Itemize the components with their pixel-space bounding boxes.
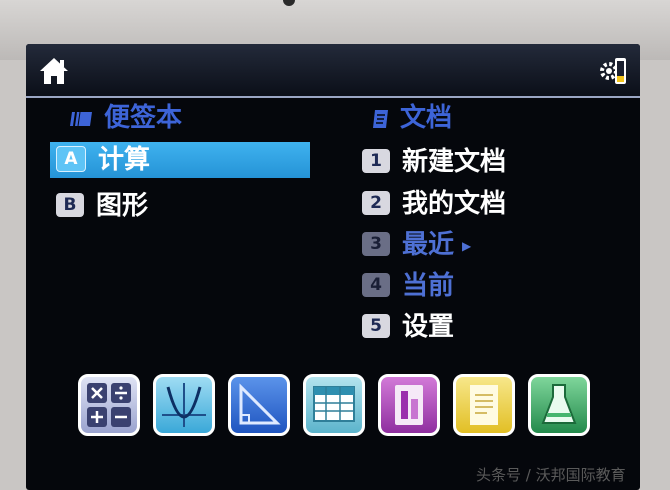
menu-item-settings[interactable]: 5 设置 <box>362 309 454 345</box>
calculator-app[interactable] <box>78 374 140 436</box>
menu-item-my-documents[interactable]: 2 我的文档 <box>362 186 506 222</box>
handheld-screen: 便签本 文档 A 计算 B 图形 1 新建文档 2 我的文档 3 最近 ▶ 4 当前 5 设置 <box>26 44 640 490</box>
shortcut-key-4: 4 <box>362 272 390 297</box>
menu-item-current[interactable]: 4 当前 <box>362 268 454 304</box>
data-statistics-app[interactable] <box>378 374 440 436</box>
app-dock <box>78 374 598 440</box>
home-icon[interactable] <box>38 56 70 86</box>
menu-item-recent[interactable]: 3 最近 ▶ <box>362 227 471 263</box>
vernier-dataquest-app[interactable] <box>528 374 590 436</box>
menu-item-label: 新建文档 <box>402 147 507 177</box>
documents-title: 文档 <box>372 102 452 134</box>
shortcut-key-2: 2 <box>362 190 390 215</box>
battery-settings-icon[interactable] <box>598 54 628 88</box>
notes-icon <box>470 385 498 425</box>
submenu-arrow-icon: ▶ <box>462 238 472 253</box>
dataquest-icon <box>541 384 577 424</box>
graphs-app[interactable] <box>153 374 215 436</box>
watermark: 头条号 / 沃邦国际教育 <box>476 466 626 484</box>
menu-item-label: 当前 <box>402 271 455 301</box>
calculator-icon <box>87 383 131 427</box>
shortcut-key-3: 3 <box>362 231 390 256</box>
notes-app[interactable] <box>453 374 515 436</box>
documents-label: 文档 <box>400 103 453 133</box>
top-bar <box>26 44 640 98</box>
menu-item-label: 图形 <box>96 191 149 221</box>
scratchpad-label: 便签本 <box>104 103 183 133</box>
graph-icon <box>162 383 206 427</box>
scratchpad-title: 便签本 <box>68 102 182 134</box>
geometry-app[interactable] <box>228 374 290 436</box>
spreadsheet-icon <box>313 386 355 422</box>
document-icon <box>373 109 388 128</box>
lists-spreadsheet-app[interactable] <box>303 374 365 436</box>
shortcut-key-1: 1 <box>362 148 390 173</box>
menu-item-label: 计算 <box>98 145 151 175</box>
geometry-icon <box>239 383 281 425</box>
menu-item-new-document[interactable]: 1 新建文档 <box>362 144 506 180</box>
shortcut-key-5: 5 <box>362 313 390 338</box>
menu-item-graphs[interactable]: B 图形 <box>56 188 148 224</box>
shortcut-key-b: B <box>56 192 84 217</box>
menu-item-label: 最近 <box>402 230 455 260</box>
shortcut-key-a: A <box>56 145 86 172</box>
menu-item-label: 设置 <box>402 312 455 342</box>
menu-item-calculate[interactable]: A 计算 <box>50 142 310 178</box>
data-icon <box>395 385 423 425</box>
scratchpad-icon <box>70 111 92 126</box>
menu-item-label: 我的文档 <box>402 189 507 219</box>
